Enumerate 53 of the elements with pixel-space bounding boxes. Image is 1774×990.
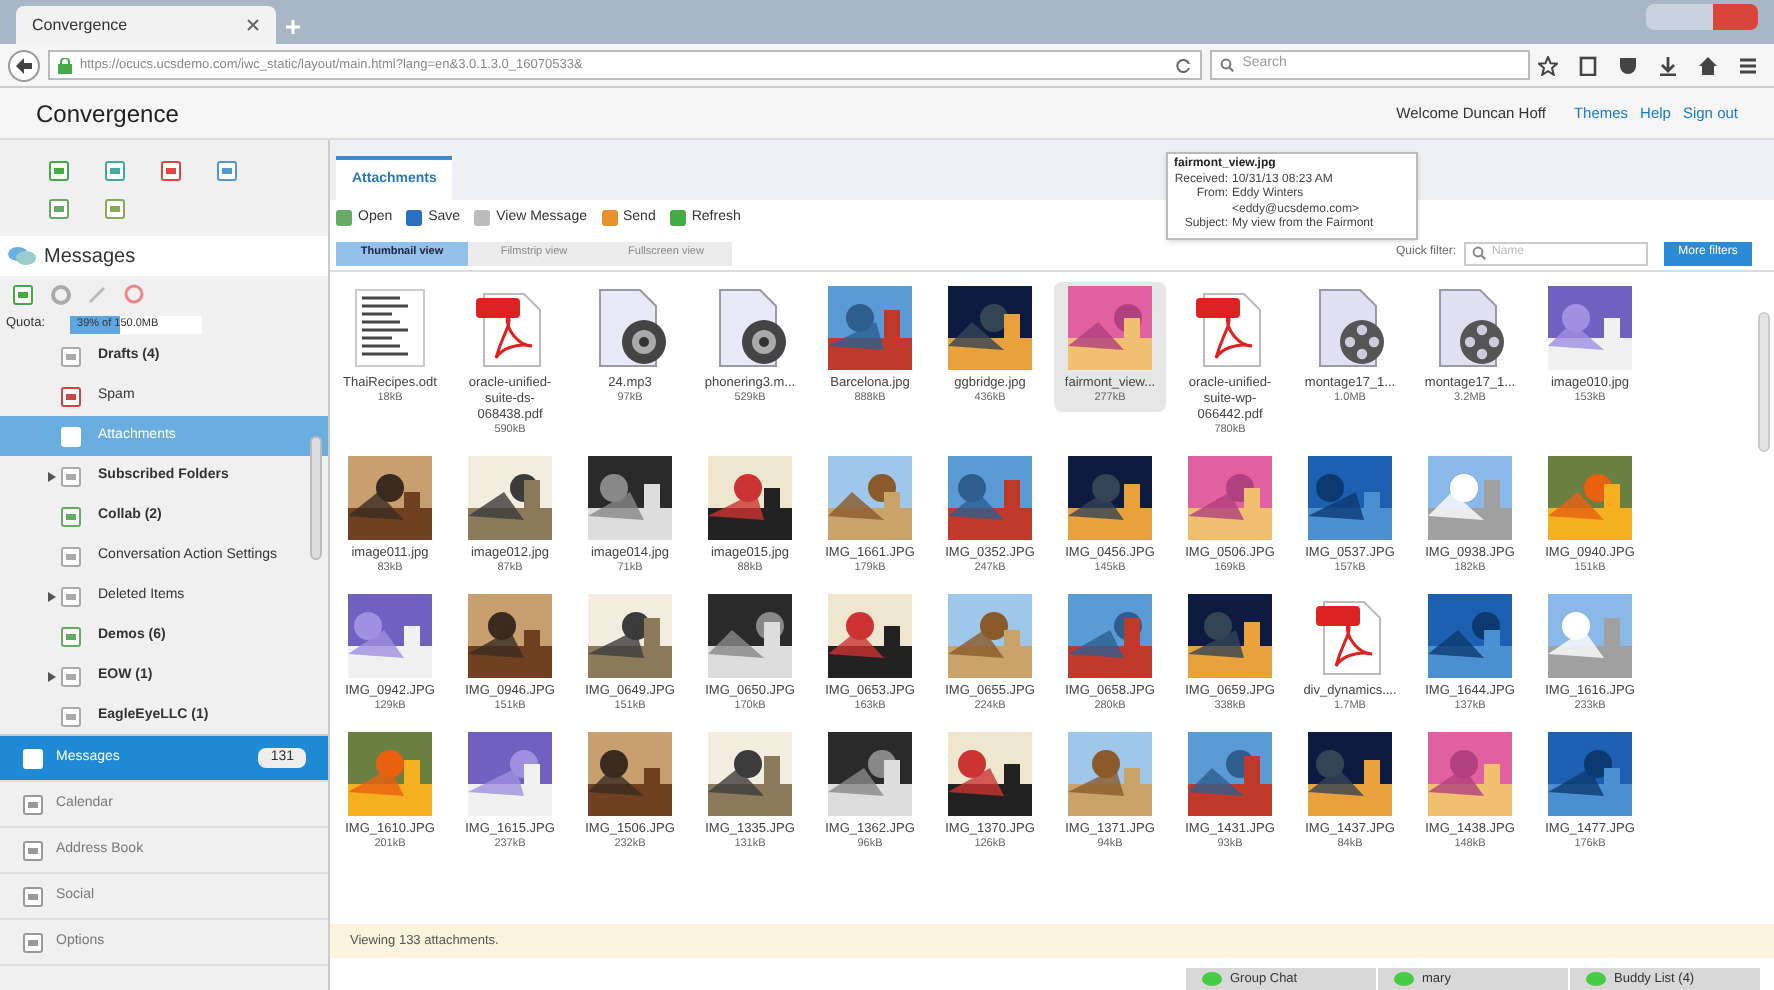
- nav-icon: [22, 839, 44, 861]
- home-icon[interactable]: [1698, 55, 1718, 75]
- download-icon[interactable]: [1658, 55, 1678, 75]
- folder-icon: [60, 585, 82, 607]
- menu-icon[interactable]: [1738, 55, 1758, 75]
- expand-arrow-icon[interactable]: [48, 471, 56, 481]
- folder-icon: [60, 705, 82, 727]
- toolbar-icon: [48, 160, 70, 182]
- chat-bubble-icon: [1394, 972, 1414, 986]
- toolbar-icon: [48, 198, 70, 220]
- folder-icon: [60, 345, 82, 367]
- nav-icon: [22, 793, 44, 815]
- panel-title: Messages: [44, 243, 136, 271]
- folder-icon: [60, 385, 82, 407]
- folder-icon: [60, 665, 82, 687]
- folder-icon: [60, 465, 82, 487]
- toolbar-icon: [104, 160, 126, 182]
- expand-arrow-icon[interactable]: [48, 671, 56, 681]
- scrollbar[interactable]: [1758, 312, 1770, 452]
- toolbar-icon: [406, 210, 423, 226]
- toolbar-icon: [669, 210, 686, 226]
- expand-arrow-icon[interactable]: [48, 591, 56, 601]
- folder-icon: [60, 425, 82, 447]
- nav-icon: [22, 747, 44, 769]
- tab-title: Convergence: [32, 13, 128, 37]
- folder-icon: [60, 625, 82, 647]
- shield-icon[interactable]: [1618, 55, 1638, 75]
- search-icon: [1472, 246, 1486, 260]
- search-icon: [1220, 58, 1235, 72]
- toolbar-icon: [336, 210, 352, 226]
- chat-bubbles-icon: [8, 246, 36, 266]
- chat-bubble-icon: [1202, 972, 1222, 986]
- toolbar-icon: [474, 210, 491, 226]
- back-icon[interactable]: [8, 49, 40, 81]
- window-controls[interactable]: [1646, 4, 1758, 30]
- app-title: Convergence: [36, 97, 179, 131]
- nav-icon: [22, 931, 44, 953]
- folder-icon: [60, 545, 82, 567]
- close-icon[interactable]: [246, 18, 260, 32]
- toolbar-icon: [601, 210, 617, 226]
- toolbar-icon: [160, 160, 182, 182]
- lock-icon: [57, 57, 72, 73]
- new-folder-icon: [12, 283, 34, 305]
- clipboard-icon[interactable]: [1578, 55, 1598, 75]
- reload-icon[interactable]: [1176, 57, 1193, 73]
- toolbar-icon: [216, 160, 238, 182]
- star-icon[interactable]: [1538, 55, 1558, 75]
- folder-icon: [60, 505, 82, 527]
- nav-icon: [22, 885, 44, 907]
- toolbar-icon: [104, 198, 126, 220]
- browser-tab[interactable]: Convergence: [16, 6, 276, 44]
- chat-bubble-icon: [1586, 972, 1606, 986]
- scrollbar[interactable]: [310, 436, 322, 560]
